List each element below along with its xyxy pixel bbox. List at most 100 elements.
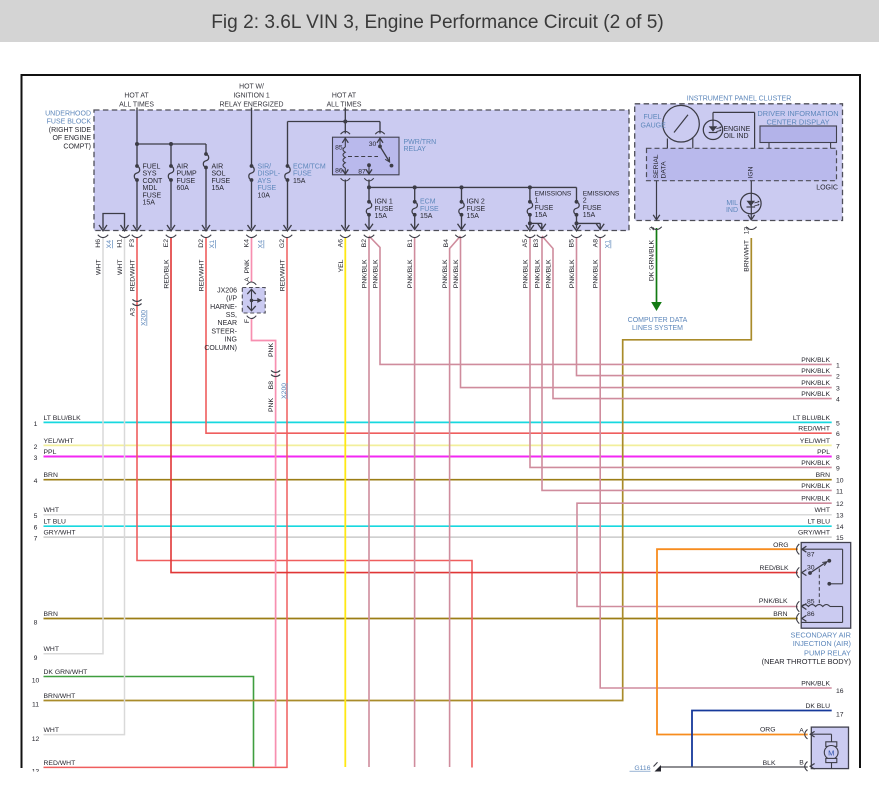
svg-text:PNK/BLK: PNK/BLK	[523, 259, 530, 288]
svg-text:8: 8	[34, 620, 38, 627]
svg-text:PNK/BLK: PNK/BLK	[801, 496, 830, 503]
svg-text:PNK/BLK: PNK/BLK	[593, 259, 600, 288]
svg-text:GRY/WHT: GRY/WHT	[44, 530, 76, 537]
svg-text:M: M	[828, 748, 834, 757]
svg-text:4: 4	[836, 397, 840, 404]
svg-text:PNK/BLK: PNK/BLK	[801, 391, 830, 398]
svg-text:YEL: YEL	[338, 259, 345, 272]
svg-text:A6: A6	[338, 239, 345, 248]
svg-text:B5: B5	[569, 239, 576, 248]
svg-text:86: 86	[335, 167, 343, 174]
svg-text:9: 9	[34, 655, 38, 662]
svg-text:8: 8	[836, 455, 840, 462]
svg-text:FUSE: FUSE	[535, 205, 554, 212]
svg-text:2: 2	[583, 198, 587, 205]
svg-text:B: B	[799, 759, 804, 766]
svg-text:(I/P: (I/P	[226, 296, 237, 303]
svg-text:A PNK: A PNK	[244, 259, 251, 282]
svg-text:SIR/: SIR/	[258, 164, 272, 171]
svg-text:5: 5	[836, 420, 840, 427]
svg-text:JX206: JX206	[217, 287, 237, 294]
svg-text:AYS: AYS	[258, 178, 272, 185]
svg-text:X4: X4	[258, 240, 265, 249]
svg-text:13: 13	[836, 513, 844, 520]
svg-text:F3: F3	[129, 239, 136, 247]
svg-text:1: 1	[34, 421, 38, 428]
svg-text:EMISSIONS: EMISSIONS	[583, 190, 620, 197]
svg-text:11: 11	[836, 488, 843, 495]
svg-text:30: 30	[369, 141, 377, 148]
svg-text:G2: G2	[279, 239, 286, 248]
svg-text:10: 10	[32, 678, 40, 685]
svg-text:15A: 15A	[467, 213, 480, 220]
svg-text:PPL: PPL	[817, 449, 830, 456]
svg-text:BLK: BLK	[763, 760, 776, 767]
svg-text:BRN/WHT: BRN/WHT	[743, 240, 750, 272]
svg-text:E2: E2	[163, 239, 170, 248]
svg-text:COMPT): COMPT)	[63, 143, 91, 150]
svg-text:FUEL: FUEL	[143, 164, 161, 171]
svg-text:D2: D2	[198, 239, 205, 248]
svg-text:(NEAR THROTTLE BODY): (NEAR THROTTLE BODY)	[762, 657, 851, 666]
svg-text:NEAR: NEAR	[218, 320, 237, 327]
svg-text:X4: X4	[106, 240, 113, 249]
svg-text:SERIAL: SERIAL	[653, 154, 660, 178]
svg-text:15: 15	[836, 535, 844, 542]
svg-text:IND: IND	[726, 207, 738, 214]
svg-text:HARNE-: HARNE-	[210, 304, 238, 311]
svg-text:AIR: AIR	[177, 164, 189, 171]
svg-text:7: 7	[34, 536, 38, 543]
svg-text:K4: K4	[244, 239, 251, 248]
svg-text:A5: A5	[522, 239, 529, 248]
svg-text:B3: B3	[533, 239, 540, 248]
svg-text:HOT W/: HOT W/	[239, 84, 264, 91]
svg-text:ORG: ORG	[773, 542, 788, 549]
svg-text:IGN: IGN	[748, 166, 755, 178]
svg-text:B2: B2	[361, 239, 368, 248]
svg-text:FUEL: FUEL	[644, 114, 662, 121]
svg-text:15A: 15A	[583, 212, 596, 219]
svg-text:BRN: BRN	[44, 472, 58, 479]
svg-text:16: 16	[836, 688, 844, 695]
svg-text:17: 17	[836, 711, 844, 718]
svg-text:F: F	[244, 319, 251, 323]
svg-text:PPL: PPL	[44, 449, 57, 456]
svg-text:15A: 15A	[375, 213, 388, 220]
svg-text:RED/WHT: RED/WHT	[798, 426, 830, 433]
svg-text:INJECTION (AIR): INJECTION (AIR)	[793, 639, 851, 648]
svg-text:PNK/BLK: PNK/BLK	[407, 259, 414, 288]
svg-text:RED/BLK: RED/BLK	[164, 259, 171, 289]
svg-text:PNK/BLK: PNK/BLK	[442, 259, 449, 288]
svg-text:FUSE: FUSE	[467, 206, 486, 213]
svg-text:X200: X200	[281, 383, 288, 399]
svg-text:A3: A3	[130, 308, 137, 317]
svg-text:RED/WHT: RED/WHT	[280, 260, 287, 292]
svg-text:X200: X200	[141, 310, 148, 326]
svg-text:7: 7	[836, 443, 840, 450]
svg-text:RED/WHT: RED/WHT	[44, 760, 76, 767]
svg-text:PNK/BLK: PNK/BLK	[801, 357, 830, 364]
svg-text:RELAY: RELAY	[404, 146, 427, 153]
svg-text:PWR/TRN: PWR/TRN	[404, 139, 437, 146]
svg-text:UNDERHOOD: UNDERHOOD	[45, 110, 91, 117]
svg-text:WHT: WHT	[96, 260, 103, 275]
svg-text:FUSE: FUSE	[293, 171, 312, 178]
svg-text:HOT AT: HOT AT	[332, 93, 357, 100]
svg-text:FUSE: FUSE	[258, 185, 277, 192]
svg-text:MDL: MDL	[143, 185, 158, 192]
svg-text:A: A	[799, 727, 804, 734]
svg-text:PNK: PNK	[268, 343, 275, 357]
svg-text:X1: X1	[209, 240, 216, 249]
svg-text:PNK: PNK	[268, 398, 275, 412]
svg-text:15A: 15A	[212, 185, 225, 192]
svg-text:LT BLU: LT BLU	[808, 519, 831, 526]
svg-text:FUSE: FUSE	[212, 178, 231, 185]
svg-text:X1: X1	[605, 240, 612, 249]
svg-text:87: 87	[358, 168, 366, 175]
svg-text:ALL TIMES: ALL TIMES	[327, 101, 362, 108]
svg-text:FUSE: FUSE	[583, 205, 602, 212]
svg-text:DK GRN/WHT: DK GRN/WHT	[44, 669, 88, 676]
svg-text:SOL: SOL	[212, 171, 226, 178]
svg-text:FUSE: FUSE	[375, 206, 394, 213]
svg-text:2: 2	[836, 374, 840, 381]
